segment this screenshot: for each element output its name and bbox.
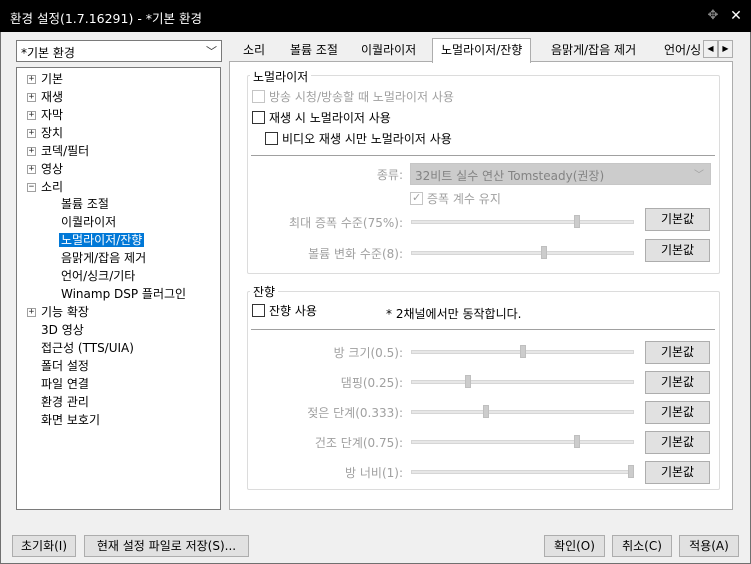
reverb-group-title: 잔향 (250, 283, 279, 300)
max-gain-label: 최대 증폭 수준(75%): (289, 216, 403, 230)
room-width-default-button[interactable]: 기본값 (645, 461, 710, 484)
ok-button[interactable]: 확인(O) (544, 535, 605, 557)
tab-scroll-left-icon[interactable]: ◀ (703, 40, 718, 58)
volume-change-slider[interactable] (411, 246, 634, 260)
close-icon[interactable]: ✕ (726, 6, 746, 26)
normalizer-type-value: 32비트 실수 연산 Tomsteady(권장) (415, 169, 605, 183)
dry-slider[interactable] (411, 435, 634, 449)
wet-default-button[interactable]: 기본값 (645, 401, 710, 424)
tab-sound[interactable]: 소리 (243, 41, 265, 62)
tab-strip: 소리 볼륨 조절 이퀄라이저 노멀라이저/잔향 음맑게/잡음 제거 언어/싱 (231, 38, 734, 63)
damping-slider[interactable] (411, 375, 634, 389)
reverb-checkbox[interactable]: 잔향 사용 (252, 304, 317, 320)
normalizer-group-title: 노멀라이저 (250, 68, 312, 85)
slider-thumb[interactable] (628, 465, 634, 478)
tree-item-volume[interactable]: 볼륨 조절 (61, 196, 109, 213)
tree-item-screensaver[interactable]: 화면 보호기 (41, 412, 100, 429)
playback-normalizer-checkbox[interactable]: 재생 시 노멀라이저 사용 (252, 111, 391, 127)
slider-track (411, 410, 634, 414)
volume-change-default-button[interactable]: 기본값 (645, 239, 710, 262)
type-label: 종류: (376, 168, 403, 182)
wet-label: 젖은 단계(0.333): (307, 406, 403, 420)
room-size-slider[interactable] (411, 345, 634, 359)
expand-icon[interactable]: + (27, 93, 36, 102)
preset-dropdown[interactable]: *기본 환경 ﹀ (16, 40, 222, 62)
room-width-slider[interactable] (411, 465, 634, 479)
tab-language[interactable]: 언어/싱 (664, 41, 704, 62)
slider-track (411, 220, 634, 224)
save-settings-file-button[interactable]: 현재 설정 파일로 저장(S)... (84, 535, 249, 557)
dry-default-button[interactable]: 기본값 (645, 431, 710, 454)
tab-scroll-right-icon[interactable]: ▶ (718, 40, 733, 58)
slider-track (411, 440, 634, 444)
expand-icon[interactable]: + (27, 165, 36, 174)
tree-item-language[interactable]: 언어/싱크/기타 (61, 268, 135, 285)
tab-denoise[interactable]: 음맑게/잡음 제거 (551, 41, 636, 62)
tree-item-env-manage[interactable]: 환경 관리 (41, 394, 89, 411)
title-bar: 환경 설정(1.7.16291) - *기본 환경 ✥ ✕ (0, 0, 751, 32)
chevron-down-icon: ﹀ (694, 170, 704, 181)
separator (251, 155, 715, 156)
expand-icon[interactable]: + (27, 129, 36, 138)
dry-label: 건조 단계(0.75): (314, 436, 403, 450)
damping-label: 댐핑(0.25): (340, 376, 403, 390)
separator (251, 329, 715, 330)
slider-thumb[interactable] (574, 435, 580, 448)
slider-thumb[interactable] (520, 345, 526, 358)
tree-item-winamp-dsp[interactable]: Winamp DSP 플러그인 (61, 286, 186, 303)
pin-icon[interactable]: ✥ (704, 7, 722, 25)
slider-track (411, 251, 634, 255)
window-title: 환경 설정(1.7.16291) - *기본 환경 (10, 11, 203, 26)
slider-thumb[interactable] (574, 215, 580, 228)
expand-icon[interactable]: + (27, 308, 36, 317)
checkbox-box (265, 132, 278, 145)
preset-value: *기본 환경 (21, 46, 75, 60)
max-gain-slider[interactable] (411, 215, 634, 229)
room-width-label: 방 너비(1): (345, 466, 403, 480)
normalizer-type-dropdown[interactable]: 32비트 실수 연산 Tomsteady(권장) ﹀ (410, 163, 711, 185)
expand-icon[interactable]: + (27, 111, 36, 120)
tab-panel: 노멀라이저 방송 시청/방송할 때 노멀라이저 사용 재생 시 노멀라이저 사용… (229, 61, 733, 510)
settings-tree[interactable]: + 기본 + 재생 + 자막 + 장치 + 코덱/필터 + 영상 − 소리 볼륨 조절 이퀄라… (16, 67, 221, 510)
checkbox-box (252, 111, 265, 124)
slider-thumb[interactable] (541, 246, 547, 259)
room-size-label: 방 크기(0.5): (333, 346, 403, 360)
video-only-normalizer-checkbox[interactable]: 비디오 재생 시만 노멀라이저 사용 (265, 132, 452, 148)
checkbox-box: ✓ (410, 191, 423, 205)
expand-icon[interactable]: + (27, 75, 36, 84)
wet-slider[interactable] (411, 405, 634, 419)
tree-item-denoise[interactable]: 음맑게/잡음 제거 (61, 250, 146, 267)
tree-item-3d[interactable]: 3D 영상 (41, 322, 84, 339)
tab-equalizer[interactable]: 이퀄라이저 (361, 41, 416, 62)
cancel-button[interactable]: 취소(C) (612, 535, 672, 557)
chevron-down-icon: ﹀ (206, 45, 217, 58)
reverb-note: * 2채널에서만 동작합니다. (386, 307, 522, 321)
tree-item-folder[interactable]: 폴더 설정 (41, 358, 89, 375)
room-size-default-button[interactable]: 기본값 (645, 341, 710, 364)
checkbox-box (252, 304, 265, 317)
volume-change-label: 볼륨 변화 수준(8): (308, 247, 403, 261)
tab-volume[interactable]: 볼륨 조절 (290, 41, 338, 62)
tree-item-accessibility[interactable]: 접근성 (TTS/UIA) (41, 340, 134, 357)
check-icon: ✓ (412, 191, 422, 204)
slider-thumb[interactable] (483, 405, 489, 418)
tree-item-normalizer[interactable]: 노멀라이저/잔향 (59, 232, 145, 249)
checkbox-box (252, 90, 265, 103)
expand-icon[interactable]: + (27, 147, 36, 156)
apply-button[interactable]: 적용(A) (679, 535, 739, 557)
slider-track (411, 470, 634, 474)
damping-default-button[interactable]: 기본값 (645, 371, 710, 394)
collapse-icon[interactable]: − (27, 183, 36, 192)
tree-item-equalizer[interactable]: 이퀄라이저 (61, 214, 116, 231)
max-gain-default-button[interactable]: 기본값 (645, 208, 710, 231)
broadcast-normalizer-checkbox[interactable]: 방송 시청/방송할 때 노멀라이저 사용 (252, 90, 454, 106)
slider-thumb[interactable] (465, 375, 471, 388)
slider-track (411, 380, 634, 384)
tab-normalizer[interactable]: 노멀라이저/잔향 (432, 38, 532, 63)
tree-item-file-assoc[interactable]: 파일 연결 (41, 376, 89, 393)
reset-button[interactable]: 초기화(I) (12, 535, 76, 557)
keep-gain-checkbox[interactable]: ✓ 증폭 계수 유지 (410, 191, 501, 208)
